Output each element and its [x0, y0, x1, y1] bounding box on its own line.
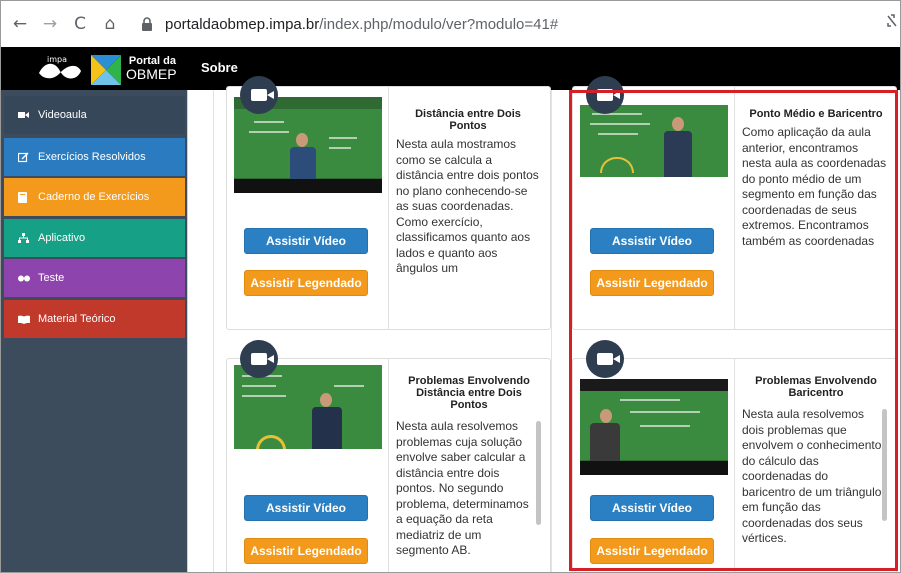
assistir-legendado-button[interactable]: Assistir Legendado	[244, 538, 368, 564]
video-camera-icon	[240, 340, 278, 378]
card-divider	[388, 359, 389, 572]
url-path: /index.php/modulo/ver?modulo=41#	[319, 15, 559, 33]
site-header: impa Portal da OBMEP Sobre	[1, 47, 900, 90]
edit-icon	[18, 151, 34, 163]
home-button[interactable]: ⌂	[97, 11, 123, 37]
sidebar-item-label: Videoaula	[38, 109, 87, 121]
highlight-box	[569, 90, 898, 571]
column-guide	[551, 90, 552, 572]
address-bar[interactable]: portaldaobmep.impa.br/index.php/modulo/v…	[141, 10, 558, 38]
obmep-logo-mark	[91, 55, 121, 85]
sidebar: Videoaula Exercícios Resolvidos Caderno …	[1, 90, 187, 572]
back-button[interactable]: ←	[7, 11, 33, 37]
sidebar-item-label: Exercícios Resolvidos	[38, 151, 146, 163]
sidebar-item-label: Teste	[38, 272, 65, 284]
glasses-icon	[18, 275, 34, 282]
menu-sobre[interactable]: Sobre	[201, 60, 238, 75]
sidebar-item-exercicios-resolvidos[interactable]: Exercícios Resolvidos	[4, 138, 185, 176]
card-description: Nesta aula resolvemos problemas cuja sol…	[396, 419, 529, 557]
sidebar-item-label: Aplicativo	[38, 232, 86, 244]
video-camera-icon	[240, 76, 278, 114]
url-host: portaldaobmep.impa.br	[165, 15, 320, 33]
portal-obmep-logo[interactable]: impa Portal da OBMEP	[31, 51, 181, 87]
sidebar-item-teste[interactable]: Teste	[4, 259, 185, 297]
sitemap-icon	[18, 232, 34, 244]
browser-toolbar: ← → C ⌂ portaldaobmep.impa.br/index.php/…	[1, 1, 900, 47]
sidebar-item-caderno-de-exercicios[interactable]: Caderno de Exercícios	[4, 178, 185, 216]
video-card: Assistir Vídeo Assistir Legendado Proble…	[226, 358, 551, 572]
book-icon	[18, 191, 34, 203]
assistir-video-button[interactable]: Assistir Vídeo	[244, 495, 368, 521]
sidebar-item-videoaula[interactable]: Videoaula	[4, 96, 185, 134]
assistir-legendado-button[interactable]: Assistir Legendado	[244, 270, 368, 296]
sidebar-item-aplicativo[interactable]: Aplicativo	[4, 219, 185, 257]
card-title: Distância entre Dois Pontos	[415, 108, 521, 132]
extension-icon[interactable]	[886, 14, 898, 32]
video-icon	[18, 111, 34, 119]
video-card: Assistir Vídeo Assistir Legendado Distân…	[226, 86, 551, 330]
card-scrollbar[interactable]	[536, 421, 541, 525]
impa-text: impa	[47, 55, 67, 64]
card-description: Nesta aula mostramos como se calcula a d…	[396, 137, 539, 275]
card-title: Problemas Envolvendo Distância entre Doi…	[408, 375, 530, 411]
column-guide	[213, 90, 214, 572]
reload-button[interactable]: C	[67, 11, 93, 37]
screenshot-frame: ← → C ⌂ portaldaobmep.impa.br/index.php/…	[0, 0, 901, 573]
lock-icon	[141, 17, 159, 31]
forward-button[interactable]: →	[37, 11, 63, 37]
sidebar-item-label: Material Teórico	[38, 313, 116, 325]
open-book-icon	[18, 315, 34, 324]
logo-obmep: OBMEP	[126, 66, 177, 82]
assistir-video-button[interactable]: Assistir Vídeo	[244, 228, 368, 254]
card-divider	[388, 87, 389, 329]
sidebar-item-material-teorico[interactable]: Material Teórico	[4, 300, 185, 338]
sidebar-item-label: Caderno de Exercícios	[38, 191, 150, 203]
